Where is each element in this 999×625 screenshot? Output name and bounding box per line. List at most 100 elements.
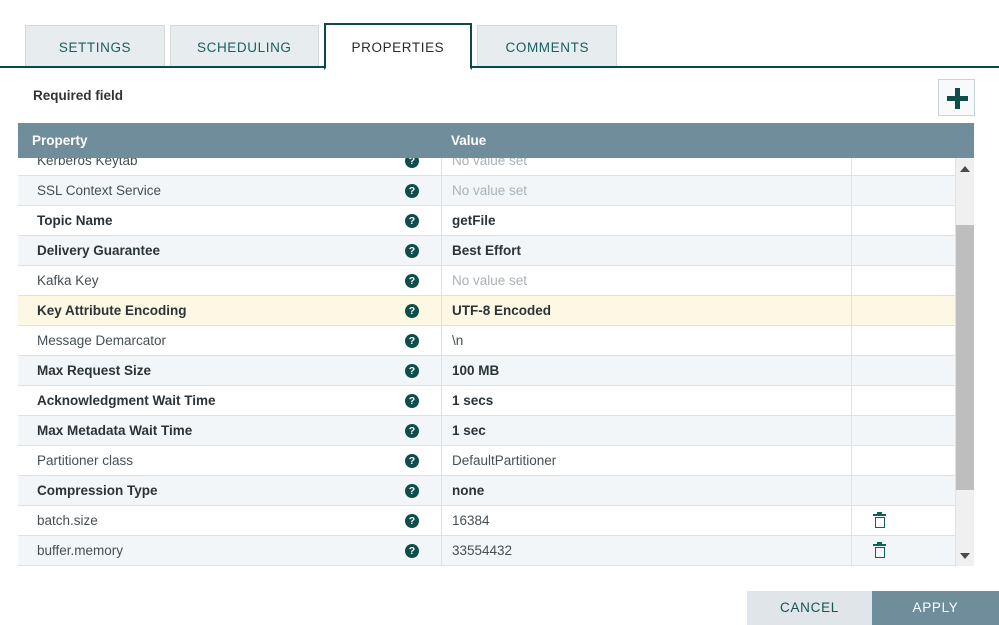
help-circle-icon[interactable]: ?: [405, 243, 419, 258]
property-value-cell[interactable]: 1 sec: [441, 416, 851, 445]
table-row[interactable]: Max Request Size? 100 MB: [18, 356, 955, 386]
apply-button[interactable]: APPLY: [872, 591, 999, 625]
row-actions-cell: [851, 386, 955, 415]
row-actions-cell: [851, 326, 955, 355]
row-actions-cell: [851, 506, 955, 535]
column-header-value: Value: [451, 133, 487, 148]
table-row[interactable]: SSL Context Service? No value set: [18, 176, 955, 206]
property-name-label: Acknowledgment Wait Time: [37, 393, 216, 408]
table-row[interactable]: Max Metadata Wait Time? 1 sec: [18, 416, 955, 446]
property-name-cell: Compression Type?: [18, 476, 441, 505]
row-actions-cell: [851, 176, 955, 205]
table-row[interactable]: Compression Type? none: [18, 476, 955, 506]
property-name-cell: Message Demarcator?: [18, 326, 441, 355]
property-value-cell[interactable]: UTF-8 Encoded: [441, 296, 851, 325]
property-value-cell[interactable]: 1 secs: [441, 386, 851, 415]
trash-icon[interactable]: [873, 512, 886, 528]
help-circle-icon[interactable]: ?: [405, 423, 419, 438]
table-row[interactable]: Kerberos Keytab? No value set: [18, 158, 955, 176]
help-circle-icon[interactable]: ?: [405, 483, 419, 498]
row-actions-cell: [851, 236, 955, 265]
property-name-cell: Max Request Size?: [18, 356, 441, 385]
table-rows: Kerberos Keytab? No value set SSL Context …: [18, 158, 955, 566]
tab-list: SETTINGS SCHEDULING PROPERTIES COMMENTS: [25, 23, 622, 70]
help-circle-icon[interactable]: ?: [405, 333, 419, 348]
help-circle-icon[interactable]: ?: [405, 303, 419, 318]
property-value-cell[interactable]: getFile: [441, 206, 851, 235]
property-name-label: batch.size: [37, 513, 98, 528]
tab-comments[interactable]: COMMENTS: [477, 25, 618, 68]
table-row[interactable]: Partitioner class? DefaultPartitioner: [18, 446, 955, 476]
table-row[interactable]: Topic Name? getFile: [18, 206, 955, 236]
row-actions-cell: [851, 158, 955, 175]
property-name-cell: Kerberos Keytab?: [18, 158, 441, 175]
property-value-cell[interactable]: DefaultPartitioner: [441, 446, 851, 475]
table-header-row: Property Value: [18, 123, 974, 158]
scroll-down-button[interactable]: [956, 547, 974, 564]
property-name-label: Partitioner class: [37, 453, 134, 468]
help-circle-icon[interactable]: ?: [405, 513, 419, 528]
tab-scheduling[interactable]: SCHEDULING: [170, 25, 319, 68]
property-name-label: Key Attribute Encoding: [37, 303, 187, 318]
tab-settings[interactable]: SETTINGS: [25, 25, 165, 68]
property-value-cell[interactable]: 100 MB: [441, 356, 851, 385]
property-name-cell: Acknowledgment Wait Time?: [18, 386, 441, 415]
row-actions-cell: [851, 206, 955, 235]
property-value-cell[interactable]: 33554432: [441, 536, 851, 565]
property-name-label: Compression Type: [37, 483, 158, 498]
property-value-cell[interactable]: No value set: [441, 266, 851, 295]
required-field-legend: Required field: [33, 88, 124, 103]
row-actions-cell: [851, 446, 955, 475]
property-name-label: SSL Context Service: [37, 183, 162, 198]
table-body: Kerberos Keytab? No value set SSL Context …: [18, 158, 974, 566]
table-row[interactable]: Message Demarcator? \n: [18, 326, 955, 356]
help-circle-icon[interactable]: ?: [405, 183, 419, 198]
table-row[interactable]: Kafka Key? No value set: [18, 266, 955, 296]
property-value-cell[interactable]: No value set: [441, 158, 851, 175]
row-actions-cell: [851, 476, 955, 505]
property-value-cell[interactable]: none: [441, 476, 851, 505]
chevron-up-icon: [960, 166, 970, 172]
property-name-label: Max Request Size: [37, 363, 152, 378]
help-circle-icon[interactable]: ?: [405, 393, 419, 408]
property-name-cell: Kafka Key?: [18, 266, 441, 295]
property-name-cell: SSL Context Service?: [18, 176, 441, 205]
property-name-cell: batch.size?: [18, 506, 441, 535]
property-name-cell: Partitioner class?: [18, 446, 441, 475]
property-name-label: Message Demarcator: [37, 333, 167, 348]
trash-icon[interactable]: [873, 542, 886, 558]
property-name-cell: Topic Name?: [18, 206, 441, 235]
table-row[interactable]: batch.size? 16384: [18, 506, 955, 536]
property-value-cell[interactable]: 16384: [441, 506, 851, 535]
property-value-cell[interactable]: No value set: [441, 176, 851, 205]
cancel-button[interactable]: CANCEL: [747, 591, 872, 625]
property-name-cell: Max Metadata Wait Time?: [18, 416, 441, 445]
property-name-label: Kerberos Keytab: [37, 158, 138, 168]
dialog-footer: CANCEL APPLY: [747, 591, 999, 625]
add-property-button[interactable]: [938, 79, 975, 116]
tab-properties[interactable]: PROPERTIES: [323, 23, 473, 70]
property-value-cell[interactable]: Best Effort: [441, 236, 851, 265]
table-scrollbar[interactable]: [955, 158, 974, 566]
row-actions-cell: [851, 266, 955, 295]
table-row[interactable]: buffer.memory? 33554432: [18, 536, 955, 566]
column-header-property: Property: [32, 133, 88, 148]
property-name-label: Topic Name: [37, 213, 113, 228]
help-circle-icon[interactable]: ?: [405, 453, 419, 468]
help-circle-icon[interactable]: ?: [405, 273, 419, 288]
table-row[interactable]: Key Attribute Encoding? UTF-8 Encoded: [18, 296, 955, 326]
help-circle-icon[interactable]: ?: [405, 363, 419, 378]
properties-table: Property Value Kerberos Keytab? No value …: [18, 123, 974, 566]
help-circle-icon[interactable]: ?: [405, 543, 419, 558]
table-row[interactable]: Acknowledgment Wait Time? 1 secs: [18, 386, 955, 416]
table-row[interactable]: Delivery Guarantee? Best Effort: [18, 236, 955, 266]
property-name-label: Kafka Key: [37, 273, 99, 288]
property-value-cell[interactable]: \n: [441, 326, 851, 355]
scroll-up-button[interactable]: [956, 160, 974, 177]
help-circle-icon[interactable]: ?: [405, 213, 419, 228]
row-actions-cell: [851, 356, 955, 385]
help-circle-icon[interactable]: ?: [405, 158, 419, 168]
scrollbar-thumb[interactable]: [956, 225, 974, 490]
row-actions-cell: [851, 416, 955, 445]
property-name-label: Max Metadata Wait Time: [37, 423, 193, 438]
